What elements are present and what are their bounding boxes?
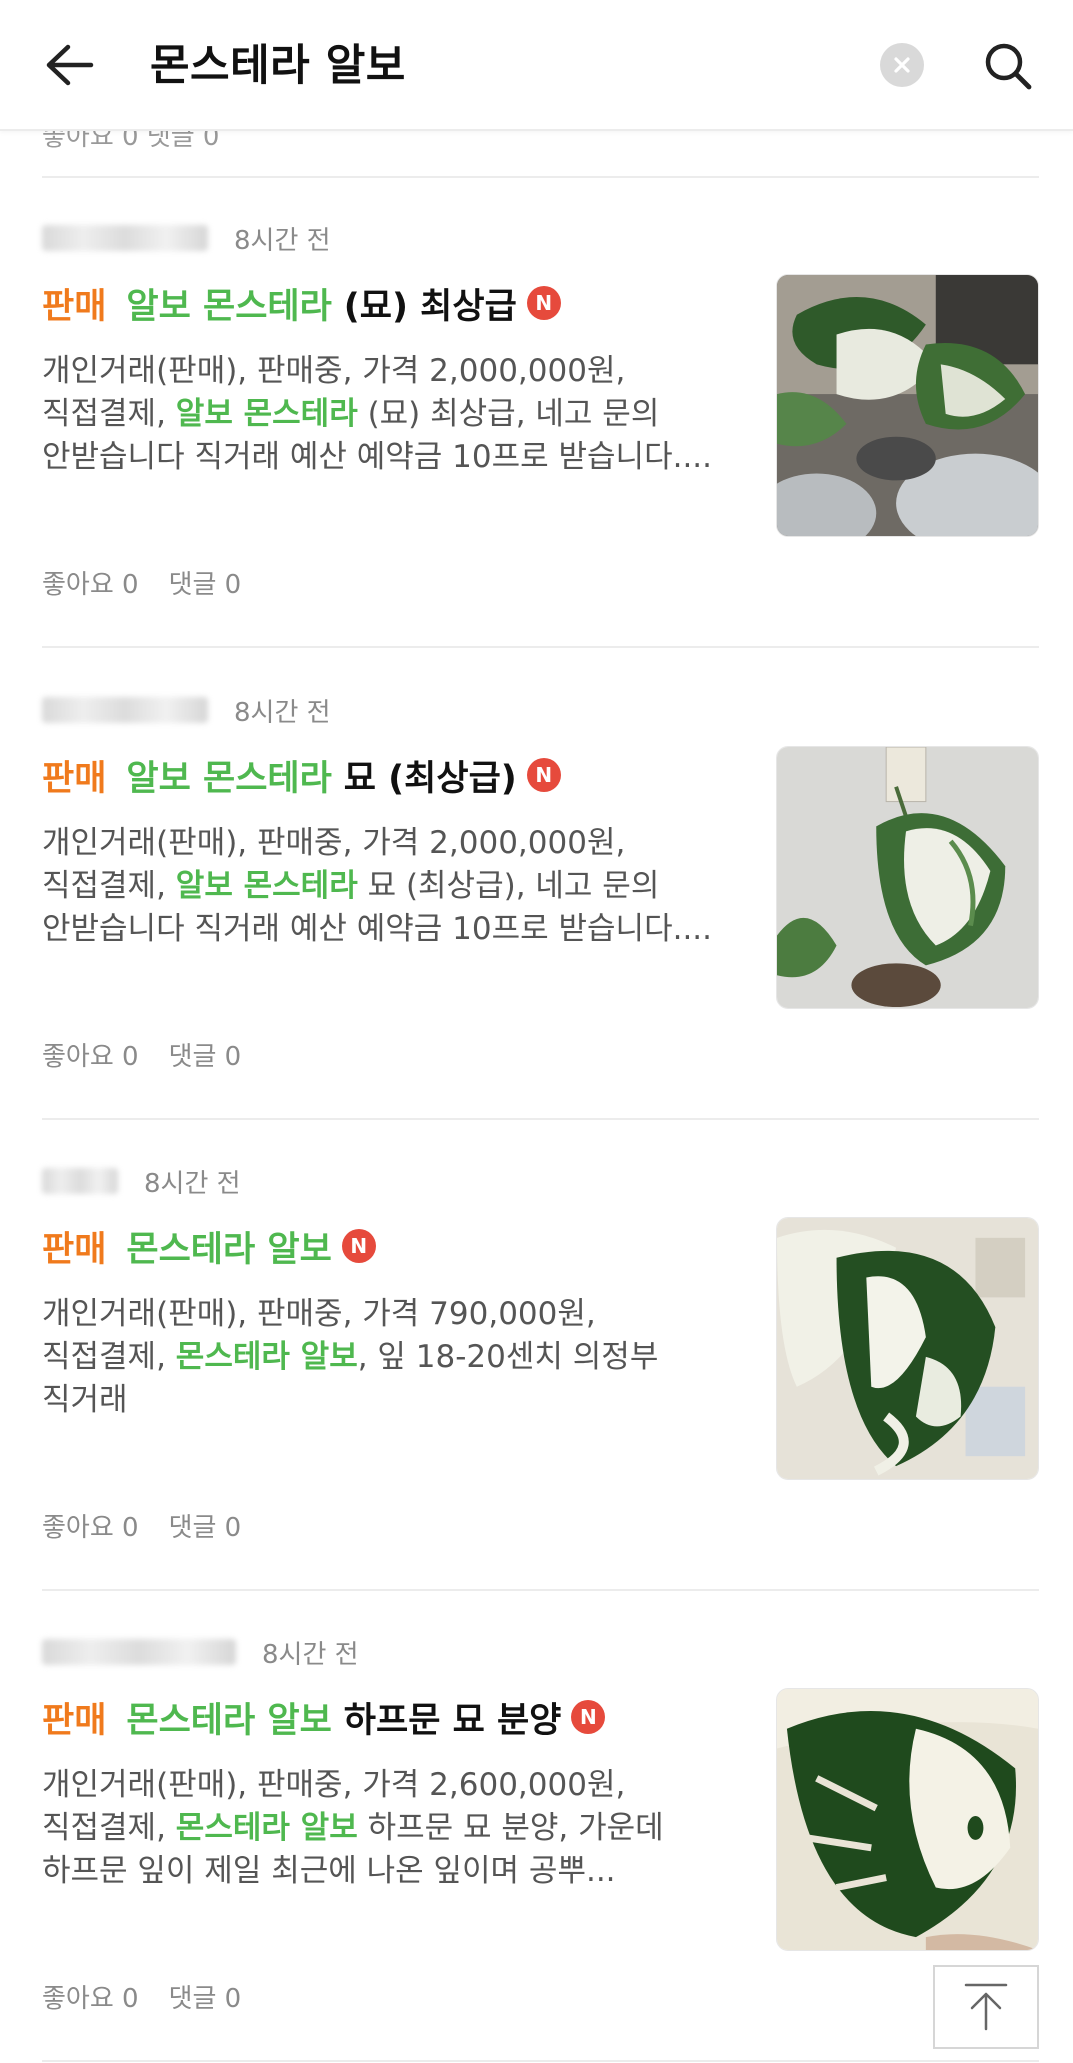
post-time: 8시간 전 [234,225,331,256]
post-time: 8시간 전 [144,1168,241,1199]
post-description: 개인거래(판매), 판매중, 가격 2,000,000원, 직접결제, 알보 몬… [42,822,754,951]
post-stats: 좋아요 0 댓글 0 [42,1507,241,1544]
plant-photo [777,275,1038,536]
post-item[interactable]: 8시간 전 판매 몬스테라 알보 하프문 묘 분양 N 개인거래(판매), 판매… [42,1592,1039,2062]
desc-text: 직접결제, [42,396,176,432]
desc-keyword: 알보 몬스테라 [175,396,358,432]
post-time: 8시간 전 [262,1639,359,1670]
post-stats: 좋아요 0 댓글 0 [42,1036,241,1073]
post-title[interactable]: 판매 알보 몬스테라 (묘) 최상급 N [42,276,762,330]
post-description: 개인거래(판매), 판매중, 가격 2,600,000원, 직접결제, 몬스테라… [42,1764,754,1893]
back-button[interactable] [38,36,100,94]
title-text: (묘) 최상급 [343,286,517,327]
clear-search-button[interactable] [880,43,924,87]
title-keyword: 몬스테라 알보 [126,1700,332,1741]
post-stats: 좋아요 0 댓글 0 [42,1978,241,2015]
desc-line: 안받습니다 직거래 예산 예약금 10프로 받습니다.... [42,439,713,475]
search-button[interactable] [978,36,1038,96]
post-item[interactable]: 8시간 전 판매 알보 몬스테라 묘 (최상급) N 개인거래(판매), 판매중… [42,650,1039,1120]
post-description: 개인거래(판매), 판매중, 가격 790,000원, 직접결제, 몬스테라 알… [42,1293,754,1422]
desc-line: 개인거래(판매), 판매중, 가격 2,000,000원, [42,825,626,861]
plant-photo [777,1689,1038,1950]
like-count: 좋아요 0 [42,1042,139,1072]
post-item[interactable]: 8시간 전 판매 몬스테라 알보 N 개인거래(판매), 판매중, 가격 790… [42,1121,1039,1591]
desc-line: 개인거래(판매), 판매중, 가격 2,000,000원, [42,353,626,389]
desc-keyword: 몬스테라 알보 [175,1810,358,1846]
like-count: 좋아요 0 [42,570,139,600]
desc-text: (묘) 최상급, 네고 문의 [357,396,660,432]
post-thumbnail[interactable] [776,1217,1039,1480]
post-meta: 8시간 전 [42,1161,241,1201]
post-title[interactable]: 판매 몬스테라 알보 N [42,1219,762,1273]
sale-tag: 판매 [42,758,107,799]
title-text: 묘 (최상급) [343,758,517,799]
post-item[interactable]: 8시간 전 판매 알보 몬스테라 (묘) 최상급 N 개인거래(판매), 판매중… [42,178,1039,648]
desc-line: 직접결제, 몬스테라 알보, 잎 18-20센치 의정부 [42,1336,754,1379]
desc-line: 직접결제, 알보 몬스테라 (묘) 최상급, 네고 문의 [42,393,754,436]
new-badge: N [526,758,561,792]
new-badge: N [341,1229,376,1263]
sale-tag: 판매 [42,1229,107,1270]
title-text: 하프문 묘 분양 [343,1700,562,1741]
post-thumbnail[interactable] [776,274,1039,537]
sale-tag: 판매 [42,1700,107,1741]
comment-count: 댓글 0 [168,1984,242,2014]
comment-count: 댓글 0 [168,1513,242,1543]
post-stats: 좋아요 0 댓글 0 [42,564,241,601]
desc-line: 개인거래(판매), 판매중, 가격 790,000원, [42,1296,596,1332]
post-time: 8시간 전 [234,697,331,728]
title-keyword: 몬스테라 알보 [126,1229,332,1270]
desc-text: 묘 (최상급), 네고 문의 [357,868,660,904]
like-count: 좋아요 0 [42,1984,139,2014]
close-icon [894,57,910,73]
like-count: 좋아요 0 [42,1513,139,1543]
post-meta: 8시간 전 [42,218,331,258]
desc-keyword: 몬스테라 알보 [175,1339,358,1375]
arrow-up-to-top-icon [964,1983,1008,2031]
desc-line: 직거래 [42,1382,128,1418]
desc-line: 안받습니다 직거래 예산 예약금 10프로 받습니다.... [42,911,713,947]
desc-text: 하프문 묘 분양, 가운데 [357,1810,664,1846]
scroll-to-top-button[interactable] [933,1965,1039,2049]
desc-keyword: 알보 몬스테라 [175,868,358,904]
desc-line: 하프문 잎이 제일 최근에 나온 잎이며 공뿌... [42,1853,616,1889]
plant-photo [777,747,1038,1008]
post-title[interactable]: 판매 알보 몬스테라 묘 (최상급) N [42,748,762,802]
post-meta: 8시간 전 [42,1632,359,1672]
arrow-left-icon [46,44,94,86]
search-query-input[interactable]: 몬스테라 알보 [150,36,406,96]
comment-count: 댓글 0 [168,570,242,600]
author-name-blurred [42,1168,118,1194]
author-name-blurred [42,225,208,251]
title-keyword: 알보 몬스테라 [126,758,332,799]
desc-text: , 잎 18-20센치 의정부 [357,1339,659,1375]
plant-photo [777,1218,1038,1479]
search-header: 몬스테라 알보 [0,0,1073,131]
title-keyword: 알보 몬스테라 [126,286,332,327]
desc-line: 개인거래(판매), 판매중, 가격 2,600,000원, [42,1767,626,1803]
search-icon [985,43,1032,90]
post-title[interactable]: 판매 몬스테라 알보 하프문 묘 분양 N [42,1690,762,1744]
post-description: 개인거래(판매), 판매중, 가격 2,000,000원, 직접결제, 알보 몬… [42,350,754,479]
author-name-blurred [42,1639,236,1665]
comment-count: 댓글 0 [168,1042,242,1072]
author-name-blurred [42,697,208,723]
sale-tag: 판매 [42,286,107,327]
desc-text: 직접결제, [42,868,176,904]
post-thumbnail[interactable] [776,1688,1039,1951]
desc-text: 직접결제, [42,1810,176,1846]
desc-line: 직접결제, 알보 몬스테라 묘 (최상급), 네고 문의 [42,865,754,908]
desc-text: 직접결제, [42,1339,176,1375]
post-thumbnail[interactable] [776,746,1039,1009]
desc-line: 직접결제, 몬스테라 알보 하프문 묘 분양, 가운데 [42,1807,754,1850]
new-badge: N [526,286,561,320]
new-badge: N [571,1700,606,1734]
post-meta: 8시간 전 [42,690,331,730]
